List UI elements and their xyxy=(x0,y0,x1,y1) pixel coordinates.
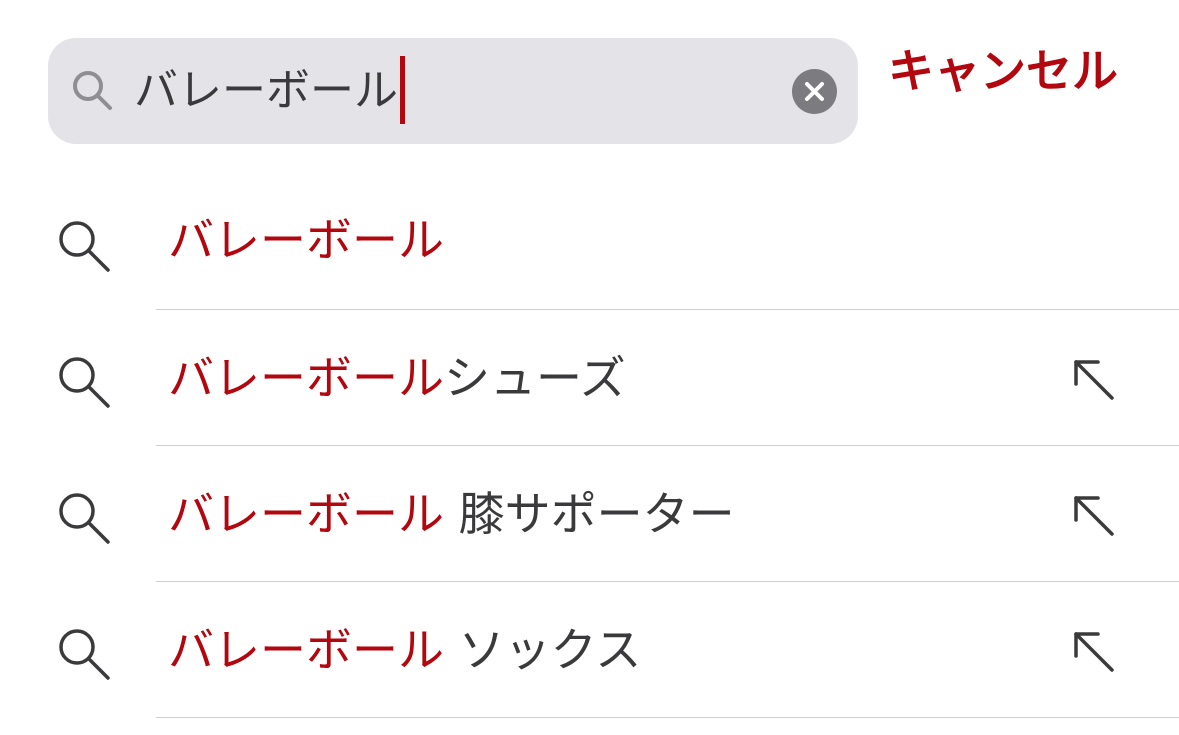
search-input[interactable]: バレーボール xyxy=(134,56,405,126)
suggestion-list: バレーボール バレーボールシューズ バレーボール 膝サポーター バレーボール ソ… xyxy=(0,174,1179,718)
search-query-text: バレーボール xyxy=(134,65,398,116)
divider xyxy=(156,717,1179,718)
search-icon xyxy=(56,626,112,682)
suggestion-item[interactable]: バレーボール 膝サポーター xyxy=(0,446,1179,582)
suggestion-highlight: バレーボール xyxy=(168,351,444,405)
fill-query-arrow-icon[interactable] xyxy=(1070,356,1118,404)
search-icon xyxy=(56,218,112,274)
suggestion-rest: 膝サポーター xyxy=(444,487,735,541)
suggestion-item[interactable]: バレーボール ソックス xyxy=(0,582,1179,718)
suggestion-text: バレーボール 膝サポーター xyxy=(168,476,735,552)
suggestion-highlight: バレーボール xyxy=(168,623,444,677)
suggestion-rest: ソックス xyxy=(444,623,642,677)
suggestion-rest: シューズ xyxy=(444,351,626,405)
search-icon xyxy=(56,354,112,410)
search-icon xyxy=(56,490,112,546)
fill-query-arrow-icon[interactable] xyxy=(1070,628,1118,676)
suggestion-item[interactable]: バレーボール xyxy=(0,174,1179,310)
clear-button[interactable] xyxy=(792,69,837,114)
search-field[interactable]: バレーボール xyxy=(48,38,858,144)
suggestion-text: バレーボールシューズ xyxy=(168,340,626,416)
fill-query-arrow-icon[interactable] xyxy=(1070,492,1118,540)
suggestion-text: バレーボール ソックス xyxy=(168,612,641,688)
search-icon xyxy=(70,68,114,112)
suggestion-highlight: バレーボール xyxy=(168,487,444,541)
cancel-button[interactable]: キャンセル xyxy=(888,36,1118,106)
clear-circle-icon xyxy=(805,82,824,101)
text-cursor xyxy=(400,56,405,124)
suggestion-item[interactable]: バレーボールシューズ xyxy=(0,310,1179,446)
suggestion-highlight: バレーボール xyxy=(168,213,444,267)
suggestion-text: バレーボール xyxy=(168,202,444,278)
